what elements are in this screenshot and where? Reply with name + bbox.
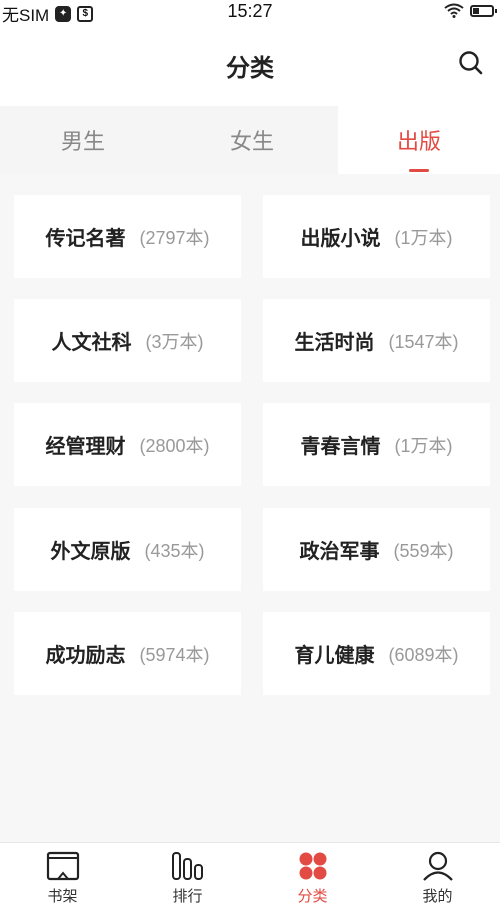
profile-icon — [421, 849, 455, 883]
category-card[interactable]: 传记名著 (2797本) — [14, 195, 241, 278]
category-card[interactable]: 政治军事 (559本) — [263, 508, 490, 591]
tab-label: 出版 — [396, 129, 441, 154]
category-name: 外文原版 — [50, 541, 131, 563]
category-card[interactable]: 育儿健康 (6089本) — [263, 612, 490, 695]
tab-bar: 男生 女生 出版 — [0, 106, 500, 174]
tab-male[interactable]: 男生 — [0, 106, 166, 174]
tab-female[interactable]: 女生 — [166, 106, 338, 174]
tab-active-indicator — [409, 169, 429, 172]
category-count: (1万本) — [394, 227, 453, 248]
category-count: (1万本) — [394, 435, 453, 456]
search-button[interactable] — [454, 46, 488, 80]
category-card[interactable]: 外文原版 (435本) — [14, 508, 241, 591]
category-name: 出版小说 — [300, 228, 381, 250]
category-count: (559本) — [393, 540, 454, 561]
category-count: (2800本) — [139, 435, 210, 456]
status-bar: 无SIM ✦ $ 15:27 — [0, 0, 500, 25]
category-name: 政治军事 — [299, 541, 380, 563]
category-count: (5974本) — [139, 644, 210, 665]
category-count: (3万本) — [145, 331, 204, 352]
tab-publishing[interactable]: 出版 — [338, 106, 500, 174]
category-name: 成功励志 — [45, 645, 126, 667]
category-card[interactable]: 青春言情 (1万本) — [263, 403, 490, 486]
category-card[interactable]: 成功励志 (5974本) — [14, 612, 241, 695]
search-icon — [459, 51, 483, 75]
category-name: 生活时尚 — [294, 332, 375, 354]
nav-label: 分类 — [297, 888, 328, 905]
category-name: 经管理财 — [45, 436, 126, 458]
ranking-icon — [171, 849, 205, 883]
header: 分类 — [0, 24, 500, 106]
category-card[interactable]: 人文社科 (3万本) — [14, 299, 241, 382]
wifi-icon — [444, 3, 464, 18]
nav-label: 排行 — [172, 888, 203, 905]
battery-icon — [470, 4, 497, 17]
bookshelf-icon — [46, 849, 80, 883]
category-name: 人文社科 — [51, 332, 132, 354]
category-icon — [296, 849, 330, 883]
category-card[interactable]: 出版小说 (1万本) — [263, 195, 490, 278]
category-count: (1547本) — [388, 331, 459, 352]
status-right — [444, 3, 497, 18]
tab-label: 男生 — [60, 129, 105, 154]
nav-item-bookshelf[interactable]: 书架 — [0, 849, 125, 905]
category-count: (6089本) — [388, 644, 459, 665]
category-name: 育儿健康 — [294, 645, 375, 667]
nav-item-ranking[interactable]: 排行 — [125, 849, 250, 905]
category-name: 传记名著 — [45, 228, 126, 250]
nav-item-profile[interactable]: 我的 — [375, 849, 500, 905]
category-card[interactable]: 经管理财 (2800本) — [14, 403, 241, 486]
category-card[interactable]: 生活时尚 (1547本) — [263, 299, 490, 382]
bottom-nav: 书架 排行 分类 我的 — [0, 842, 500, 905]
status-time: 15:27 — [227, 1, 273, 21]
nav-item-category[interactable]: 分类 — [250, 849, 375, 905]
category-count: (2797本) — [139, 227, 210, 248]
tab-label: 女生 — [229, 129, 274, 154]
category-count: (435本) — [144, 540, 205, 561]
nav-label: 书架 — [47, 888, 78, 905]
page-title: 分类 — [226, 55, 274, 82]
category-name: 青春言情 — [300, 436, 381, 458]
nav-label: 我的 — [422, 888, 453, 905]
